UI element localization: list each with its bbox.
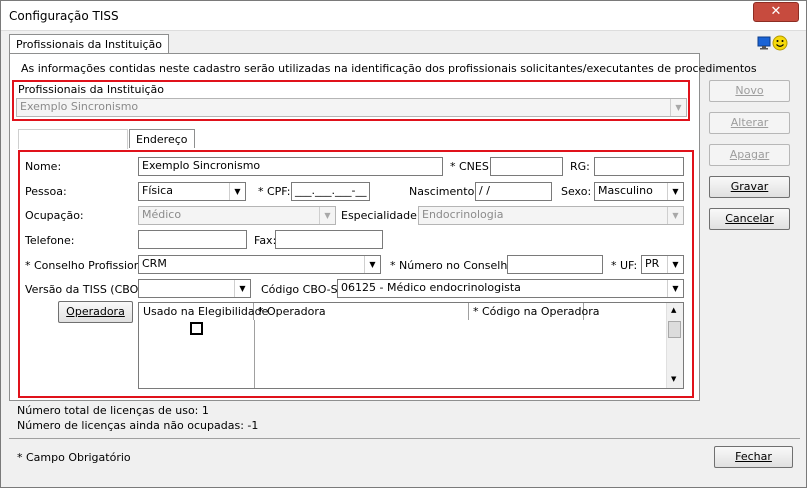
tab-endereco[interactable]: Endereço [129,129,195,148]
chevron-down-icon: ▼ [319,207,335,224]
telefone-input[interactable] [138,230,247,249]
scroll-down-icon[interactable]: ▼ [671,375,676,383]
professional-select[interactable]: Exemplo Sincronismo ▼ [16,98,687,117]
chevron-down-icon: ▼ [667,183,683,200]
scroll-thumb[interactable] [668,321,681,338]
sexo-select[interactable]: Masculino ▼ [594,182,684,201]
fechar-button[interactable]: Fechar [714,446,793,468]
window-title: Configuração TISS [9,9,119,23]
chevron-down-icon: ▼ [667,207,683,224]
dialog-window: Configuração TISS ✕ Profissionais da Ins… [0,0,807,488]
especialidade-select[interactable]: Endocrinologia ▼ [418,206,684,225]
cbo-label: Código CBO-S: [261,283,342,296]
cpf-input[interactable]: ___.___.___-__ [291,182,370,201]
alterar-button[interactable]: Alterar [709,112,790,134]
rg-label: RG: [570,160,590,173]
chevron-down-icon: ▼ [364,256,380,273]
especialidade-label: Especialidade: [341,209,421,222]
footer-separator [9,438,800,439]
column-divider [254,320,255,388]
nascimento-label: Nascimento: [409,185,479,198]
sexo-label: Sexo: [561,185,592,198]
novo-button[interactable]: Novo [709,80,790,102]
close-window-button[interactable]: ✕ [753,2,799,22]
telefone-label: Telefone: [25,234,75,247]
operadora-grid: Usado na Elegibilidade * Operadora * Cód… [138,302,684,389]
conselho-select[interactable]: CRM ▼ [138,255,381,274]
info-text: As informações contidas neste cadastro s… [21,62,757,75]
grid-scrollbar[interactable]: ▲ ▼ [666,303,683,388]
column-header-operadora[interactable]: * Operadora [254,303,469,320]
available-licenses-text: Número de licenças ainda não ocupadas: -… [17,419,259,432]
nome-input[interactable]: Exemplo Sincronismo [138,157,443,176]
tab-profissionais[interactable]: Profissionais da Instituição [9,34,170,53]
cbo-select[interactable]: 06125 - Médico endocrinologista ▼ [337,279,684,298]
chevron-down-icon: ▼ [667,256,683,273]
cnes-label: * CNES: [450,160,493,173]
chevron-down-icon: ▼ [229,183,245,200]
operadora-button[interactable]: Operadora [58,301,133,323]
cancelar-button[interactable]: Cancelar [709,208,790,230]
uf-select[interactable]: PR ▼ [641,255,684,274]
nascimento-input[interactable]: / / [475,182,552,201]
pessoa-select[interactable]: Física ▼ [138,182,246,201]
cnes-input[interactable] [490,157,563,176]
uf-label: * UF: [611,259,638,272]
column-header-codigo[interactable]: * Código na Operadora [469,303,600,320]
total-licenses-text: Número total de licenças de uso: 1 [17,404,209,417]
cpf-label: * CPF: [258,185,291,198]
conselho-label: * Conselho Profissional: [25,259,155,272]
footer-note: * Campo Obrigatório [17,451,131,464]
versao-tiss-label: Versão da TISS (CBO): [25,283,147,296]
fax-label: Fax: [254,234,277,247]
chevron-down-icon: ▼ [670,99,686,116]
tab-blank[interactable] [18,129,128,149]
title-bar: Configuração TISS ✕ [1,1,806,31]
apagar-button[interactable]: Apagar [709,144,790,166]
versao-tiss-select[interactable]: ▼ [138,279,251,298]
column-header-usado[interactable]: Usado na Elegibilidade [139,303,268,320]
numero-conselho-label: * Número no Conselho: [390,259,518,272]
smiley-icon [772,35,788,51]
scroll-up-icon[interactable]: ▲ [671,306,676,314]
ocupacao-label: Ocupação: [25,209,84,222]
nome-label: Nome: [25,160,62,173]
monitor-icon [757,36,771,50]
numero-conselho-input[interactable] [507,255,603,274]
gravar-button[interactable]: Gravar [709,176,790,198]
ocupacao-select[interactable]: Médico ▼ [138,206,336,225]
chevron-down-icon: ▼ [667,280,683,297]
usado-checkbox[interactable] [190,322,203,335]
pessoa-label: Pessoa: [25,185,67,198]
fax-input[interactable] [275,230,383,249]
rg-input[interactable] [594,157,684,176]
chevron-down-icon: ▼ [234,280,250,297]
professional-selector-label: Profissionais da Instituição [18,83,165,96]
